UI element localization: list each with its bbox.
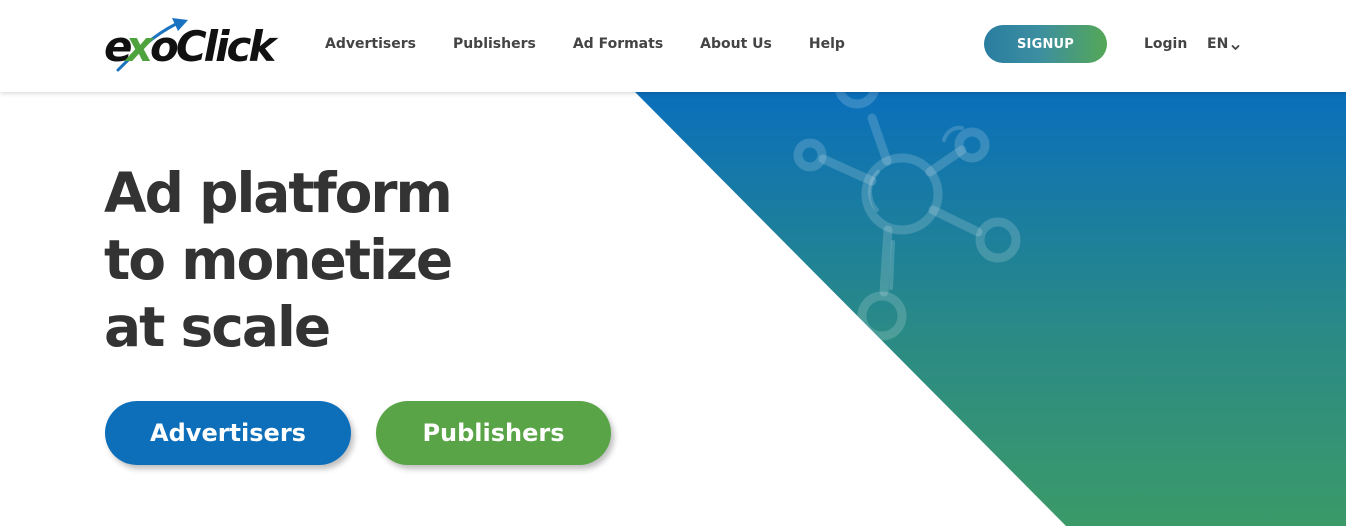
advertisers-cta-button[interactable]: Advertisers [105, 401, 351, 465]
login-link[interactable]: Login [1144, 33, 1187, 55]
logo-graphic: e x oClick [104, 18, 282, 72]
hero-title: Ad platform to monetize at scale [104, 160, 453, 361]
site-header: e x oClick Advertisers Publishers Ad For… [0, 0, 1346, 92]
nav-advertisers-link[interactable]: Advertisers [325, 33, 416, 55]
nav-ad-formats-link[interactable]: Ad Formats [573, 33, 663, 55]
hero-title-line: to monetize [104, 228, 453, 292]
signup-button[interactable]: SIGNUP [984, 25, 1107, 63]
hero-title-line: Ad platform [104, 161, 453, 225]
publishers-cta-button[interactable]: Publishers [376, 401, 611, 465]
chevron-down-icon [1231, 40, 1240, 50]
language-label: EN [1207, 36, 1229, 52]
exoclick-logo[interactable]: e x oClick [104, 14, 284, 74]
nav-publishers-link[interactable]: Publishers [453, 33, 536, 55]
hero-title-line: at scale [104, 295, 331, 359]
main-nav: Advertisers Publishers Ad Formats About … [325, 33, 845, 55]
language-selector[interactable]: EN [1207, 33, 1240, 55]
svg-text:oClick: oClick [150, 22, 279, 71]
nav-help-link[interactable]: Help [809, 33, 845, 55]
gradient-triangle [635, 92, 1346, 526]
nav-about-us-link[interactable]: About Us [700, 33, 772, 55]
